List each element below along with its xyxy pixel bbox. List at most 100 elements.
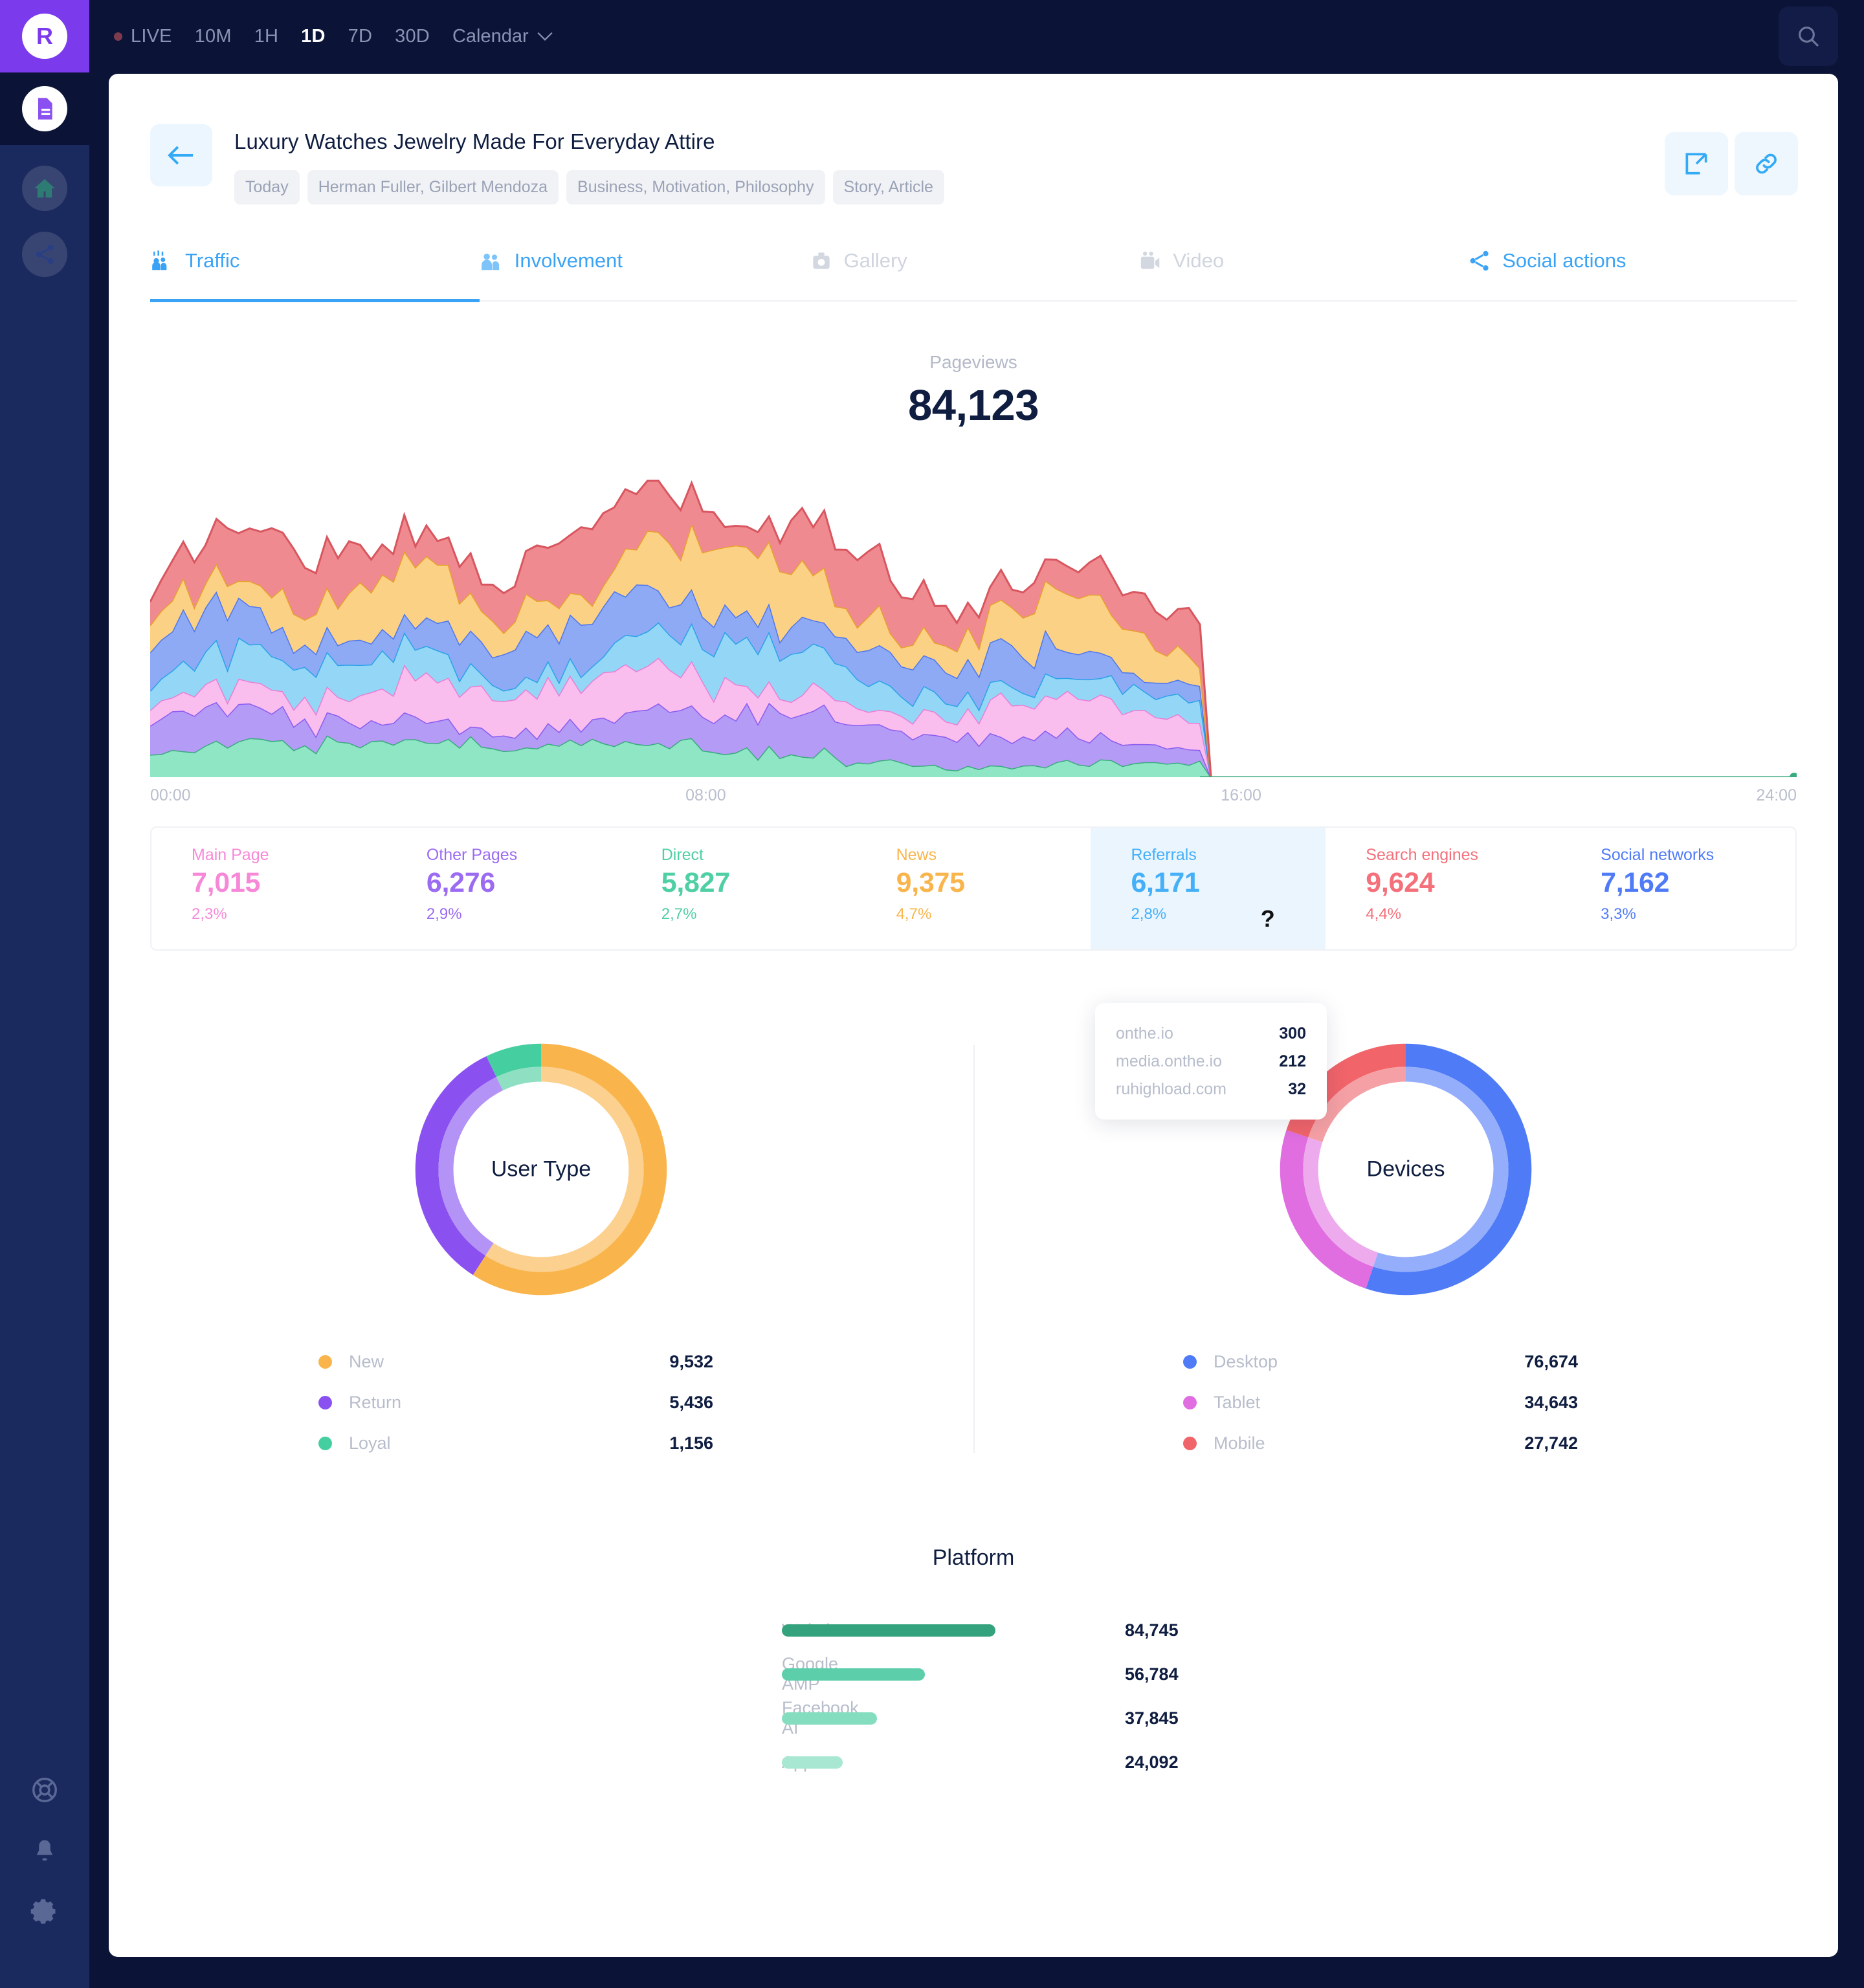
metric-label: Social networks: [1601, 846, 1714, 864]
camera-icon: [812, 252, 830, 269]
tooltip-value: 300: [1279, 1024, 1306, 1043]
metric-main-page[interactable]: Main Page 7,015 2,3%: [151, 828, 386, 949]
user-type-donut[interactable]: User Type: [405, 1033, 677, 1305]
chart-end-dot: [1790, 773, 1797, 777]
lifebuoy-icon: [32, 1778, 57, 1802]
metric-label: Referrals: [1131, 846, 1197, 864]
metric-percent: 2,9%: [426, 905, 462, 923]
people-icon: [481, 253, 499, 271]
legend-label: Mobile: [1214, 1433, 1265, 1453]
platform-rows: Website 84,745 Google AMP 56,784 Facebook AI…: [109, 1608, 1838, 1784]
sidebar-item-home[interactable]: [22, 166, 67, 211]
sidebar-item-document[interactable]: [0, 72, 89, 145]
gear-icon: [30, 1899, 56, 1924]
sidebar-item-notifications[interactable]: [31, 1838, 58, 1868]
tooltip-row: onthe.io 300: [1116, 1020, 1306, 1048]
legend-label: New: [349, 1352, 384, 1371]
metric-news[interactable]: News 9,375 4,7%: [856, 828, 1091, 949]
donut-divider: [973, 1045, 975, 1453]
platform-bar-cell: [782, 1668, 1073, 1681]
legend-row[interactable]: Desktop 76,674: [1183, 1342, 1628, 1382]
tab-social-actions-label: Social actions: [1502, 249, 1626, 272]
platform-bar-cell: [782, 1624, 1073, 1637]
brand-logo[interactable]: R: [0, 0, 89, 72]
referrals-tooltip: onthe.io 300 media.onthe.io 212 ruhighload.c…: [1095, 1003, 1327, 1120]
tag-types[interactable]: Story, Article: [832, 170, 944, 204]
range-7d[interactable]: 7D: [348, 26, 372, 47]
people-traffic-icon: [152, 250, 167, 271]
search-button[interactable]: [1779, 6, 1838, 66]
devices-legend: Desktop 76,674 Tablet 34,643 Mobile 27,742: [1183, 1342, 1628, 1464]
tag-date[interactable]: Today: [234, 170, 300, 204]
tooltip-name: onthe.io: [1116, 1024, 1173, 1043]
cursor-question-mark: ?: [1260, 905, 1275, 932]
traffic-area-chart[interactable]: 00:00 08:00 16:00 24:00: [150, 473, 1797, 810]
metric-referrals[interactable]: Referrals 6,171 2,8%: [1091, 828, 1326, 949]
tab-traffic[interactable]: Traffic: [150, 248, 480, 300]
tooltip-value: 212: [1279, 1052, 1306, 1070]
tab-gallery[interactable]: Gallery: [809, 248, 1138, 300]
range-10m[interactable]: 10M: [195, 26, 232, 47]
range-30d[interactable]: 30D: [395, 26, 430, 47]
legend-row[interactable]: New 9,532: [318, 1342, 764, 1382]
platform-row[interactable]: Website 84,745: [109, 1608, 1838, 1652]
user-type-legend: New 9,532 Return 5,436 Loyal 1,156: [318, 1342, 764, 1464]
range-1d[interactable]: 1D: [301, 26, 325, 47]
tag-list: Today Herman Fuller, Gilbert Mendoza Bus…: [234, 170, 944, 204]
share-nodes-icon: [1470, 250, 1489, 271]
legend-row[interactable]: Mobile 27,742: [1183, 1423, 1628, 1464]
platform-label: Facebook AI: [782, 1698, 859, 1738]
metric-percent: 2,8%: [1131, 905, 1167, 923]
topbar: LIVE 10M 1H 1D 7D 30D Calendar: [89, 0, 1864, 72]
platform-bar: [782, 1756, 843, 1769]
tab-video[interactable]: Video: [1138, 248, 1467, 300]
tab-bar: Traffic Involvement Gallery Video Social…: [150, 248, 1797, 302]
tab-gallery-label: Gallery: [843, 249, 907, 272]
range-1h[interactable]: 1H: [254, 26, 278, 47]
metric-direct[interactable]: Direct 5,827 2,7%: [621, 828, 856, 949]
metric-percent: 4,4%: [1366, 905, 1401, 923]
metric-percent: 2,3%: [192, 905, 227, 923]
legend-label: Tablet: [1214, 1393, 1261, 1412]
legend-value: 27,742: [1524, 1433, 1578, 1453]
copy-link-button[interactable]: [1735, 132, 1798, 195]
sidebar-item-help[interactable]: [30, 1775, 60, 1808]
platform-value: 24,092: [1125, 1752, 1179, 1772]
user-type-donut-title: User Type: [491, 1156, 592, 1182]
metric-social-networks[interactable]: Social networks 7,162 3,3%: [1560, 828, 1795, 949]
sidebar-bottom: [30, 1775, 60, 1960]
platform-row[interactable]: Facebook AI 37,845: [109, 1696, 1838, 1740]
legend-color-dot: [318, 1437, 332, 1450]
open-external-button[interactable]: [1665, 132, 1728, 195]
sidebar: R: [0, 0, 89, 1988]
tag-categories[interactable]: Business, Motivation, Philosophy: [566, 170, 825, 204]
legend-row[interactable]: Loyal 1,156: [318, 1423, 764, 1464]
calendar-dropdown[interactable]: Calendar: [452, 26, 553, 47]
legend-row[interactable]: Return 5,436: [318, 1382, 764, 1423]
donut-outer-slice[interactable]: [486, 1043, 542, 1077]
range-live[interactable]: LIVE: [131, 26, 172, 47]
platform-row[interactable]: Google AMP 56,784: [109, 1652, 1838, 1696]
tag-authors[interactable]: Herman Fuller, Gilbert Mendoza: [307, 170, 559, 204]
tooltip-value: 32: [1288, 1080, 1306, 1098]
metric-value: 9,624: [1366, 867, 1435, 898]
sidebar-item-settings[interactable]: [30, 1898, 59, 1930]
donut-inner-slice[interactable]: [496, 1066, 542, 1091]
metric-other-pages[interactable]: Other Pages 6,276 2,9%: [386, 828, 621, 949]
metric-search-engines[interactable]: Search engines 9,624 4,4%: [1326, 828, 1560, 949]
user-type-chart: User Type New 9,532 Return 5,436 Loyal 1,156: [109, 1033, 973, 1464]
platform-row[interactable]: App 24,092: [109, 1740, 1838, 1784]
legend-row[interactable]: Tablet 34,643: [1183, 1382, 1628, 1423]
x-tick-2: 16:00: [1221, 786, 1261, 804]
metric-value: 7,015: [192, 867, 261, 898]
platform-title: Platform: [932, 1545, 1015, 1570]
tab-traffic-label: Traffic: [185, 249, 240, 272]
search-icon: [1799, 27, 1819, 47]
metric-percent: 4,7%: [896, 905, 932, 923]
tab-involvement[interactable]: Involvement: [480, 248, 809, 300]
metric-label: Main Page: [192, 846, 269, 864]
tab-social-actions[interactable]: Social actions: [1467, 248, 1797, 300]
document-icon: [38, 98, 52, 120]
back-button[interactable]: [150, 124, 212, 186]
sidebar-item-share[interactable]: [22, 232, 67, 277]
